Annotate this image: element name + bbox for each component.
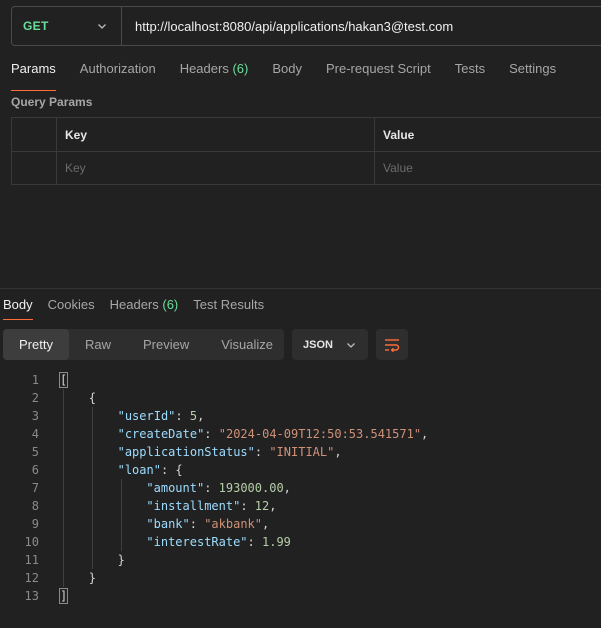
url-bar: GET http://localhost:8080/api/applicatio… bbox=[11, 6, 601, 46]
line-number: 12 bbox=[24, 571, 39, 585]
table-header-row: Key Value bbox=[12, 118, 601, 151]
wrap-lines-button[interactable] bbox=[376, 329, 408, 360]
raw-button[interactable]: Raw bbox=[69, 329, 127, 360]
tab-authorization[interactable]: Authorization bbox=[80, 61, 156, 83]
code-line: 13] bbox=[0, 587, 601, 605]
code-text: ] bbox=[58, 588, 69, 604]
line-number: 13 bbox=[24, 589, 39, 603]
tab-body[interactable]: Body bbox=[272, 61, 302, 83]
format-label: JSON bbox=[303, 338, 333, 351]
code-text: "applicationStatus": "INITIAL", bbox=[117, 445, 342, 459]
key-input[interactable]: Key bbox=[57, 152, 375, 184]
row-checkbox-cell bbox=[12, 152, 57, 184]
code-line: 11} bbox=[0, 551, 601, 569]
line-number: 9 bbox=[31, 517, 39, 531]
line-number: 3 bbox=[31, 409, 39, 423]
response-headers-count: (6) bbox=[162, 297, 179, 312]
checkbox-column-header bbox=[12, 118, 57, 151]
key-column-header: Key bbox=[57, 118, 375, 151]
pretty-button[interactable]: Pretty bbox=[3, 329, 69, 360]
code-text: "interestRate": 1.99 bbox=[146, 535, 291, 549]
tab-headers[interactable]: Headers (6) bbox=[180, 61, 249, 83]
query-params-title: Query Params bbox=[11, 95, 93, 109]
code-text: "installment": 12, bbox=[146, 499, 277, 513]
code-line: 6 "loan": { bbox=[0, 461, 601, 479]
code-text: "createDate": "2024-04-09T12:50:53.54157… bbox=[117, 427, 429, 441]
view-mode-group: Pretty Raw Preview Visualize bbox=[3, 329, 284, 360]
line-number: 1 bbox=[31, 373, 39, 387]
code-text: { bbox=[88, 391, 97, 405]
code-line: 3 "userId": 5, bbox=[0, 407, 601, 425]
chevron-down-icon bbox=[98, 24, 106, 29]
wrap-lines-icon bbox=[385, 338, 400, 352]
code-line: 12} bbox=[0, 569, 601, 587]
indent-guide bbox=[91, 407, 93, 569]
table-row: Key Value bbox=[12, 151, 601, 184]
tab-tests[interactable]: Tests bbox=[455, 61, 485, 83]
code-text: "bank": "akbank", bbox=[146, 517, 270, 531]
indent-guide bbox=[120, 479, 122, 551]
tab-settings[interactable]: Settings bbox=[509, 61, 556, 83]
code-line: 2{ bbox=[0, 389, 601, 407]
value-column-header: Value bbox=[383, 127, 415, 142]
line-number: 11 bbox=[24, 553, 39, 567]
query-params-table: Key Value Key Value bbox=[11, 117, 601, 185]
method-select[interactable]: GET bbox=[12, 7, 122, 45]
code-line: 1[ bbox=[0, 371, 601, 389]
value-input[interactable]: Value bbox=[375, 152, 601, 184]
code-line: 10 "interestRate": 1.99 bbox=[0, 533, 601, 551]
line-number: 2 bbox=[31, 391, 39, 405]
code-line: 8 "installment": 12, bbox=[0, 497, 601, 515]
line-number: 8 bbox=[31, 499, 39, 513]
headers-count: (6) bbox=[232, 61, 249, 76]
tab-test-results[interactable]: Test Results bbox=[193, 297, 264, 312]
format-select[interactable]: JSON bbox=[292, 329, 368, 360]
response-body-viewer[interactable]: 1[2{3 "userId": 5, 4 "createDate": "2024-04… bbox=[0, 371, 601, 605]
tab-response-headers[interactable]: Headers (6) bbox=[110, 297, 179, 312]
method-label: GET bbox=[23, 19, 49, 33]
tab-params[interactable]: Params bbox=[11, 61, 56, 91]
tab-pre-request-script[interactable]: Pre-request Script bbox=[326, 61, 431, 83]
tab-cookies[interactable]: Cookies bbox=[48, 297, 95, 312]
visualize-button[interactable]: Visualize bbox=[205, 329, 289, 360]
pane-divider[interactable] bbox=[0, 288, 601, 289]
code-text: "userId": 5, bbox=[117, 409, 205, 423]
line-number: 7 bbox=[31, 481, 39, 495]
code-line: 4 "createDate": "2024-04-09T12:50:53.5415… bbox=[0, 425, 601, 443]
code-line: 9 "bank": "akbank", bbox=[0, 515, 601, 533]
chevron-down-icon bbox=[347, 342, 355, 348]
response-tabs: Body Cookies Headers (6) Test Results bbox=[3, 297, 279, 320]
code-text: } bbox=[117, 553, 125, 567]
line-number: 6 bbox=[31, 463, 39, 477]
line-number: 4 bbox=[31, 427, 39, 441]
tab-response-body[interactable]: Body bbox=[3, 297, 33, 320]
indent-guide bbox=[63, 389, 64, 587]
line-number: 5 bbox=[31, 445, 39, 459]
code-text: } bbox=[88, 571, 97, 585]
code-text: "loan": { bbox=[117, 463, 183, 477]
url-input[interactable]: http://localhost:8080/api/applications/h… bbox=[122, 19, 453, 34]
request-tabs: Params Authorization Headers (6) Body Pr… bbox=[11, 61, 580, 91]
code-text: [ bbox=[58, 372, 69, 388]
line-number: 10 bbox=[24, 535, 39, 549]
code-text: "amount": 193000.00, bbox=[146, 481, 291, 495]
code-line: 5 "applicationStatus": "INITIAL", bbox=[0, 443, 601, 461]
code-line: 7 "amount": 193000.00, bbox=[0, 479, 601, 497]
preview-button[interactable]: Preview bbox=[127, 329, 205, 360]
